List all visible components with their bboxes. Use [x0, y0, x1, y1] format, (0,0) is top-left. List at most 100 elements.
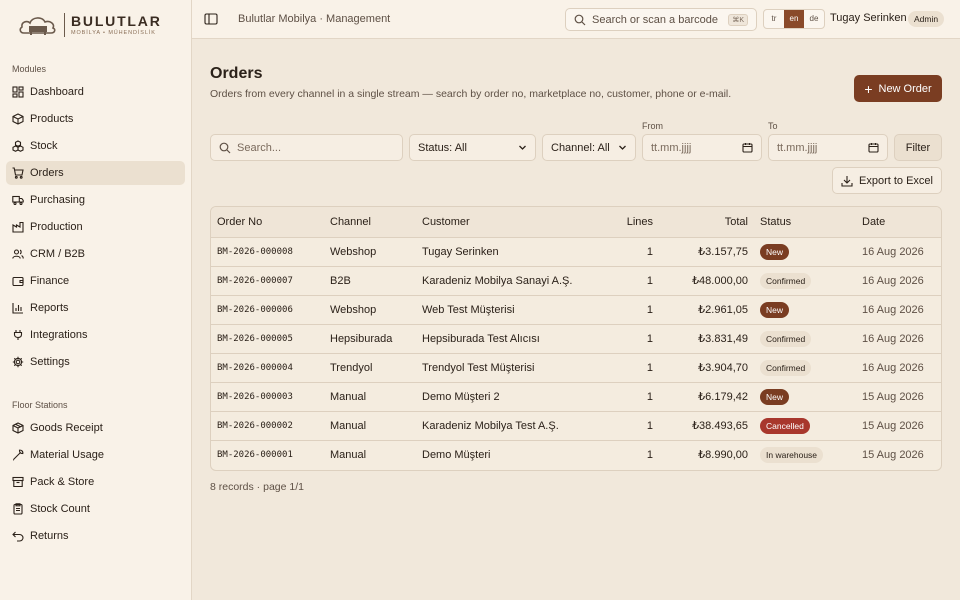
cell-status: Confirmed	[754, 353, 856, 383]
column-header-lines[interactable]: Lines	[601, 207, 659, 238]
sidebar-item-dashboard[interactable]: Dashboard	[6, 80, 185, 104]
cell-order-no[interactable]: BM-2026-000001	[211, 440, 324, 469]
column-header-customer[interactable]: Customer	[416, 207, 601, 238]
to-date-placeholder: tt.mm.jjjj	[777, 141, 818, 154]
export-excel-label: Export to Excel	[859, 174, 933, 187]
sidebar-item-returns[interactable]: Returns	[6, 524, 185, 548]
table-row[interactable]: BM-2026-000005 Hepsiburada Hepsiburada Tes…	[211, 324, 941, 354]
lang-tr-button[interactable]: tr	[764, 10, 784, 28]
cell-order-no[interactable]: BM-2026-000008	[211, 237, 324, 267]
user-name[interactable]: Tugay Serinken	[830, 12, 907, 24]
filter-button[interactable]: Filter	[894, 134, 942, 161]
cell-total: ₺3.831,49	[659, 324, 754, 354]
cell-order-no[interactable]: BM-2026-000006	[211, 295, 324, 325]
cell-date: 15 Aug 2026	[856, 411, 941, 441]
export-excel-button[interactable]: Export to Excel	[832, 167, 942, 194]
archive-icon	[12, 476, 24, 488]
cart-icon	[12, 167, 24, 179]
cell-order-no[interactable]: BM-2026-000005	[211, 324, 324, 354]
from-date-input[interactable]: tt.mm.jjjj	[642, 134, 762, 161]
lang-en-button[interactable]: en	[784, 10, 804, 28]
sidebar-item-integrations[interactable]: Integrations	[6, 323, 185, 347]
new-order-button[interactable]: + New Order	[854, 75, 942, 102]
gear-icon	[12, 356, 24, 368]
sidebar-item-label: Returns	[30, 530, 69, 542]
sidebar-item-label: Reports	[30, 302, 69, 314]
sidebar-item-stock[interactable]: Stock	[6, 134, 185, 158]
cell-lines: 1	[601, 382, 659, 412]
sidebar-item-label: Finance	[30, 275, 70, 287]
table-row[interactable]: BM-2026-000004 Trendyol Trendyol Test Müşt…	[211, 353, 941, 383]
global-search-input[interactable]: Search or scan a barcode ⌘K	[565, 8, 757, 31]
cell-order-no[interactable]: BM-2026-000007	[211, 266, 324, 296]
undo-icon	[12, 531, 24, 542]
search-placeholder: Search or scan a barcode	[592, 13, 718, 26]
status-badge: Confirmed	[760, 272, 812, 289]
calendar-icon[interactable]	[868, 142, 879, 153]
table-row[interactable]: BM-2026-000008 Webshop Tugay Serinken 1 ₺3.1…	[211, 237, 941, 267]
sidebar-item-production[interactable]: Production	[6, 215, 185, 239]
sidebar-item-orders[interactable]: Orders	[6, 161, 185, 185]
cell-channel: Webshop	[324, 295, 416, 325]
column-header-status[interactable]: Status	[754, 207, 856, 238]
truck-icon	[12, 195, 24, 206]
sidebar-item-finance[interactable]: Finance	[6, 269, 185, 293]
sidebar-item-crm-b2b[interactable]: CRM / B2B	[6, 242, 185, 266]
table-row[interactable]: BM-2026-000007 B2B Karadeniz Mobilya Sanay…	[211, 266, 941, 296]
cell-date: 16 Aug 2026	[856, 295, 941, 325]
lang-de-button[interactable]: de	[804, 10, 824, 28]
sidebar-item-label: Integrations	[30, 329, 88, 341]
sidebar-item-pack-store[interactable]: Pack & Store	[6, 470, 185, 494]
cell-lines: 1	[601, 237, 659, 267]
dashboard-icon	[12, 86, 24, 98]
sidebar-item-label: Settings	[30, 356, 70, 368]
cell-order-no[interactable]: BM-2026-000004	[211, 353, 324, 383]
sidebar-item-reports[interactable]: Reports	[6, 296, 185, 320]
channel-select[interactable]: Channel: All	[542, 134, 636, 161]
cell-customer: Demo Müşteri	[422, 448, 491, 461]
sidebar-item-goods-receipt[interactable]: Goods Receipt	[6, 416, 185, 440]
table-row[interactable]: BM-2026-000006 Webshop Web Test Müşterisi 1…	[211, 295, 941, 325]
table-row[interactable]: BM-2026-000002 Manual Karadeniz Mobilya Te…	[211, 411, 941, 441]
cell-total: ₺38.493,65	[659, 411, 754, 441]
cell-customer: Tugay Serinken	[416, 237, 601, 267]
sidebar-item-products[interactable]: Products	[6, 107, 185, 131]
column-header-date[interactable]: Date	[856, 207, 941, 238]
column-header-order-no[interactable]: Order No	[211, 207, 324, 238]
sidebar-item-label: Dashboard	[30, 86, 84, 98]
calendar-icon[interactable]	[742, 142, 753, 153]
to-date-input[interactable]: tt.mm.jjjj	[768, 134, 888, 161]
cell-customer: Web Test Müşterisi	[416, 295, 601, 325]
column-header-channel[interactable]: Channel	[324, 207, 416, 238]
cell-order-no[interactable]: BM-2026-000003	[211, 382, 324, 412]
status-select[interactable]: Status: All	[409, 134, 536, 161]
cell-date: 16 Aug 2026	[856, 237, 941, 267]
status-badge: New	[760, 301, 790, 318]
sidebar-item-stock-count[interactable]: Stock Count	[6, 497, 185, 521]
brand-logo[interactable]: BULUTLAR MOBİLYA • MÜHENDİSLİK	[18, 13, 162, 37]
cell-customer: Karadeniz Mobilya Sanayi A.Ş.	[416, 266, 601, 296]
sidebar-item-settings[interactable]: Settings	[6, 350, 185, 374]
search-shortcut: ⌘K	[728, 13, 748, 26]
sidebar-toggle-icon[interactable]	[204, 12, 218, 26]
sidebar-item-label: Stock	[30, 140, 58, 152]
language-switcher: tr en de	[763, 9, 825, 29]
download-icon	[841, 175, 853, 187]
wrench-icon	[13, 449, 24, 461]
order-search-input[interactable]: Search...	[210, 134, 403, 161]
cell-total: ₺6.179,42	[659, 382, 754, 412]
breadcrumb[interactable]: Bulutlar Mobilya · Management	[238, 13, 390, 25]
cell-status: New	[754, 382, 856, 412]
clipboard-icon	[13, 503, 23, 515]
modules-section-label: Modules	[12, 64, 47, 74]
sidebar-item-material-usage[interactable]: Material Usage	[6, 443, 185, 467]
cell-status: New	[754, 295, 856, 325]
table-row[interactable]: BM-2026-000001 Manual Demo Müşteri 1 ₺8.990,…	[211, 440, 941, 469]
sidebar-item-label: Purchasing	[30, 194, 86, 206]
search-icon	[574, 14, 586, 25]
cell-order-no[interactable]: BM-2026-000002	[211, 411, 324, 441]
sidebar-item-label: Material Usage	[30, 449, 104, 461]
column-header-total[interactable]: Total	[659, 207, 754, 238]
table-row[interactable]: BM-2026-000003 Manual Demo Müşteri 2 1 ₺6.17…	[211, 382, 941, 412]
sidebar-item-purchasing[interactable]: Purchasing	[6, 188, 185, 212]
